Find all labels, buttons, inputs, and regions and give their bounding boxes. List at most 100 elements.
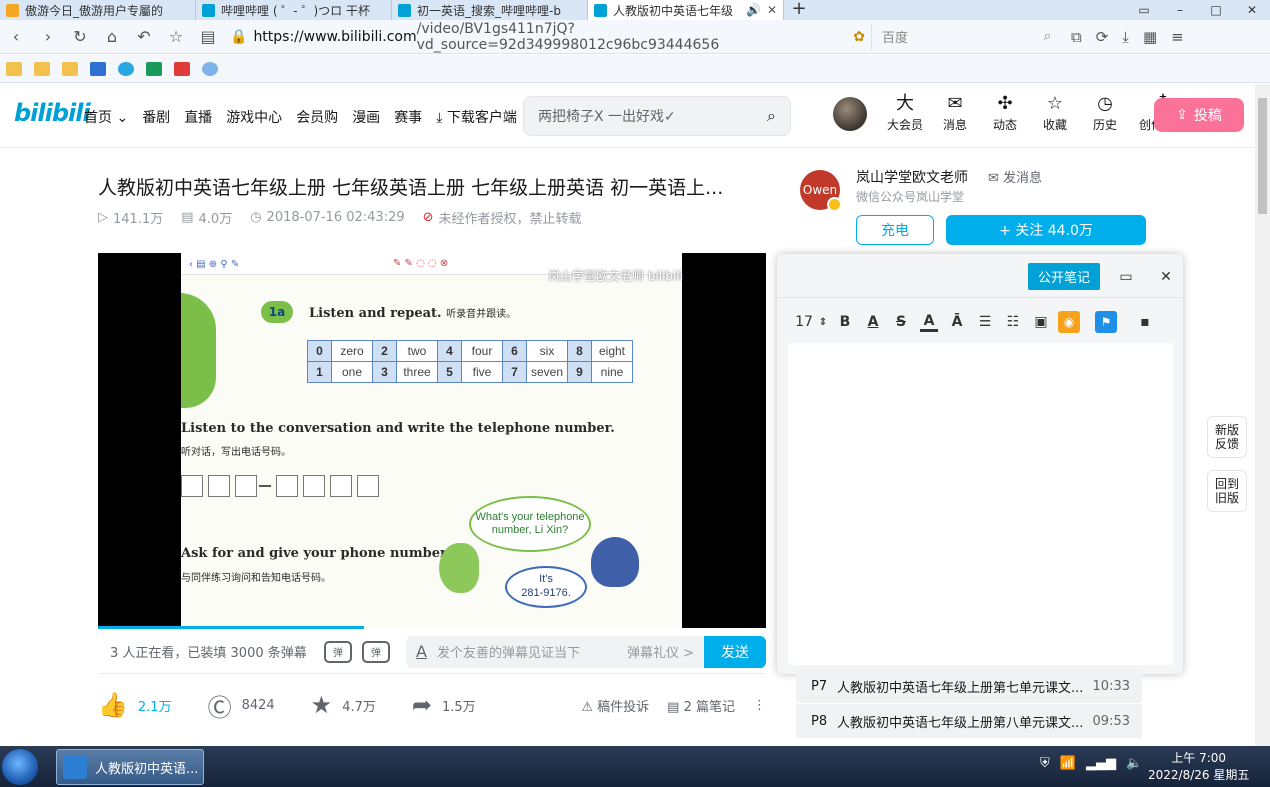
browser-search-field[interactable]: 百度 ⌕ [871,23,1059,50]
send-danmaku-button[interactable]: 发送 [704,635,766,668]
vip-button[interactable]: 大大会员 [880,92,930,133]
back-to-old-version-tab[interactable]: 回到旧版 [1207,470,1247,512]
screenshot-camera-icon[interactable]: ◉ [1058,311,1080,333]
new-version-feedback-tab[interactable]: 新版反馈 [1207,416,1247,458]
search-icon[interactable]: ⌕ [767,106,776,126]
reader-icon[interactable]: ▤ [192,27,224,46]
font-size-value[interactable]: 17 [793,314,815,330]
screenshot-icon[interactable]: ⧉ [1071,28,1082,46]
extension-icon[interactable]: ✿ [853,29,865,45]
notes-editor[interactable] [788,343,1173,665]
browser-tab-bilibili-home[interactable]: 哔哩哔哩 ( ゜- ゜)つロ 干杯 [196,0,392,20]
bilibili-logo[interactable]: bilibili [14,99,91,127]
danmaku-toggle-icon[interactable]: 弹 [324,640,352,663]
plus-icon[interactable] [174,61,190,76]
favorite-button[interactable]: ★ 4.7万 [311,691,376,719]
danmaku-input[interactable]: A 发个友善的弹幕见证当下 弹幕礼仪 > [406,635,704,668]
font-color-icon[interactable]: A [920,313,938,332]
notes-button[interactable]: ▤ 2 篇笔记 [667,696,735,715]
coin-button[interactable]: Ⓒ 8424 [208,688,275,723]
nav-item-download[interactable]: ⤓ 下载客户端 [436,107,517,127]
uploader-avatar[interactable]: Owen [800,170,842,212]
video-player[interactable]: ‹ ▤ ⊕ ⚲ ✎ ✎ ✎ ◌ ◌ ⊗ 1a Listen and repeat… [98,253,766,628]
apps-icon[interactable]: ▦ [1143,28,1157,46]
share-button[interactable]: ➦ 1.5万 [412,691,476,719]
restore-icon[interactable]: ▭ [1126,0,1162,20]
nav-item-games[interactable]: 游戏中心 [226,107,282,127]
charge-button[interactable]: 充电 [856,215,934,245]
back-icon[interactable]: ‹ [0,27,32,46]
reload-icon[interactable]: ↻ [64,27,96,46]
signal-icon[interactable]: ▂▄▆ [1086,756,1116,771]
taskbar-app-button[interactable]: 人教版初中英语... [56,749,204,785]
user-avatar[interactable] [833,97,867,131]
home-icon[interactable]: ⌂ [96,27,128,46]
favorite-star-icon[interactable]: ☆ [160,27,192,46]
ordered-list-icon[interactable]: ☰ [971,314,999,330]
nav-item-anime[interactable]: 番剧 [142,107,170,127]
close-window-icon[interactable]: ✕ [1234,0,1270,20]
flag-icon[interactable] [146,61,162,76]
nav-item-home[interactable]: 首页 ⌄ [84,107,128,127]
nav-item-esports[interactable]: 赛事 [394,107,422,127]
bullet-list-icon[interactable]: ☷ [999,314,1027,330]
underline-icon[interactable]: A [859,314,887,330]
bold-icon[interactable]: B [831,314,859,330]
history-button[interactable]: ◷ 历史 [1080,92,1130,133]
baidu-icon[interactable] [90,61,106,76]
folder-icon[interactable] [62,61,78,76]
menu-icon[interactable]: ≡ [1171,28,1184,46]
playlist-item[interactable]: P7 人教版初中英语七年级上册第七单元课文... 10:33 [796,669,1142,703]
folder-icon[interactable] [6,61,22,76]
more-icon[interactable]: ⋮ [753,698,766,713]
network-icon[interactable]: 📶 [1060,756,1076,771]
public-notes-button[interactable]: 公开笔记 [1028,263,1100,290]
folder-icon[interactable] [34,61,50,76]
forward-icon[interactable]: › [32,27,64,46]
playlist-item[interactable]: P8 人教版初中英语七年级上册第八单元课文... 09:53 [796,704,1142,738]
minimize-icon[interactable]: – [1162,0,1198,20]
page-scrollbar[interactable] [1255,84,1270,746]
messages-button[interactable]: ✉ 消息 [930,92,980,133]
text-style-icon[interactable]: A [416,642,427,661]
danmaku-settings-icon[interactable]: 弹 [362,640,390,663]
timestamp-flag-icon[interactable]: ⚑ [1095,311,1117,333]
like-button[interactable]: 👍 2.1万 [98,691,172,719]
danmaku-etiquette-link[interactable]: 弹幕礼仪 > [627,642,694,661]
site-search-input[interactable]: 两把椅子X 一出好戏✓ ⌕ [523,96,791,136]
undo-close-icon[interactable]: ↶ [128,27,160,46]
highlight-icon[interactable]: Ā [943,314,971,330]
dynamics-button[interactable]: ✣ 动态 [980,92,1030,133]
save-icon[interactable]: ▪ [1131,314,1159,330]
system-clock[interactable]: 上午 7:00 2022/8/26 星期五 [1148,750,1249,784]
browser-tab-video[interactable]: 人教版初中英语七年级 🔊 ✕ [588,0,784,20]
report-button[interactable]: ⚠ 稿件投诉 [581,696,649,715]
browser-tab-search[interactable]: 初一英语_搜索_哔哩哔哩-b [392,0,588,20]
strikethrough-icon[interactable]: S [887,314,915,330]
sync-icon[interactable]: ⟳ [1096,28,1109,46]
y-icon[interactable] [118,61,134,76]
folder-icon[interactable]: ▭ [1114,265,1138,289]
nav-item-mall[interactable]: 会员购 [296,107,338,127]
url-field[interactable]: 🔒 https://www.bilibili.com /video/BV1gs4… [230,21,865,53]
font-size-stepper-icon[interactable]: ⇕ [815,317,831,328]
volume-icon[interactable]: 🔈 [1126,756,1142,771]
moon-icon[interactable] [202,61,218,76]
start-button-icon[interactable] [2,749,38,785]
follow-button[interactable]: + 关注 44.0万 [946,215,1146,245]
image-icon[interactable]: ▣ [1027,314,1055,330]
search-icon[interactable]: ⌕ [1044,29,1051,44]
browser-tab-maxthon[interactable]: 傲游今日_傲游用户专屬的 [0,0,196,20]
close-tab-icon[interactable]: ✕ [767,3,777,17]
scrollbar-thumb[interactable] [1258,98,1267,214]
nav-item-manga[interactable]: 漫画 [352,107,380,127]
shield-icon[interactable]: ⛨ [1040,756,1050,771]
favorites-button[interactable]: ☆ 收藏 [1030,92,1080,133]
video-progress-bar[interactable] [98,626,364,629]
maximize-icon[interactable]: □ [1198,0,1234,20]
upload-button[interactable]: ⇪ 投稿 [1154,98,1244,132]
close-icon[interactable]: ✕ [1154,265,1178,289]
uploader-name[interactable]: 岚山学堂欧文老师 [856,167,968,187]
new-tab-button[interactable]: + [784,0,814,20]
nav-item-live[interactable]: 直播 [184,107,212,127]
